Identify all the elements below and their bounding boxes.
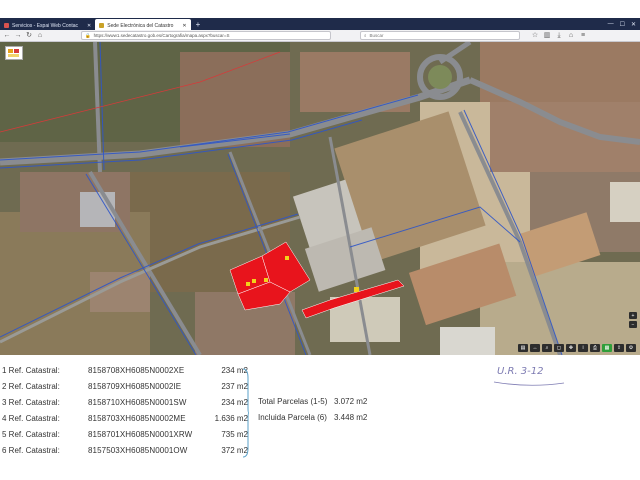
search-bar[interactable]: ⌕ Buscar — [360, 31, 520, 40]
total-row: Incluida Parcela (6) 3.448 m2 — [258, 409, 367, 425]
total-value: 3.448 m2 — [334, 412, 368, 422]
share-icon[interactable]: ⇪ — [614, 344, 624, 352]
search-placeholder: Buscar — [369, 33, 384, 38]
print-icon[interactable]: ⎙ — [590, 344, 600, 352]
tab-catastro[interactable]: Sede Electrónica del Catastro ✕ — [95, 19, 191, 30]
select-icon[interactable]: ◻ — [554, 344, 564, 352]
aerial-map[interactable]: + − ▤ ↔ ⌕ ◻ ✥ i ⎙ ▦ ⇪ ⚙ — [0, 42, 640, 355]
handwritten-note: U.R. 3-12 — [497, 366, 544, 377]
back-arrow-icon[interactable]: ← — [3, 31, 11, 41]
browser-tab-bar: Servicios - Espai Web Contac ✕ Sede Elec… — [0, 18, 640, 30]
catastro-logo-icon — [8, 49, 19, 57]
parcel-label: 6 Ref. Catastral: — [2, 445, 60, 455]
parcel-row: 5 Ref. Catastral: 8158701XH6085N0001XRW … — [2, 426, 248, 442]
parcel-marker — [264, 278, 268, 282]
measure-icon[interactable]: ↔ — [530, 344, 540, 352]
library-icon[interactable]: ▥ — [543, 31, 551, 41]
roundabout-center — [428, 65, 452, 89]
catastro-logo[interactable] — [5, 46, 23, 60]
parcel-area: 372 m2 — [221, 445, 248, 455]
search-map-icon[interactable]: ⌕ — [542, 344, 552, 352]
parcel-ref: 8158703XH6085N0002ME — [88, 413, 186, 423]
zoom-out-icon[interactable]: − — [629, 321, 637, 328]
parcel-label: 4 Ref. Catastral: — [2, 413, 60, 423]
map-side-tools: + − — [629, 312, 637, 328]
tab-servicios[interactable]: Servicios - Espai Web Contac ✕ — [0, 19, 95, 30]
parcel-area: 735 m2 — [221, 429, 248, 439]
lock-icon: 🔒 — [85, 32, 91, 38]
parcel-ref: 8157503XH6085N0001OW — [88, 445, 188, 455]
site-favicon-icon — [4, 23, 9, 28]
new-tab-button[interactable]: + — [191, 19, 206, 30]
home-icon[interactable]: ⌂ — [567, 31, 575, 41]
close-icon[interactable]: ✕ — [182, 23, 186, 29]
note-underline — [493, 381, 565, 386]
parcel-label: 2 Ref. Catastral: — [2, 381, 60, 391]
parcel-row: 2 Ref. Catastral: 8158709XH6085N0002IE 2… — [2, 378, 248, 394]
menu-icon[interactable]: ≡ — [579, 31, 587, 41]
parcel-label: 1 Ref. Catastral: — [2, 365, 60, 375]
map-canvas[interactable] — [0, 42, 640, 355]
warehouse-roof — [440, 327, 495, 355]
toolbar-actions: ☆ ▥ ⤓ ⌂ ≡ — [531, 31, 587, 41]
parcel-row: 1 Ref. Catastral: 8158708XH6085N0002XE 2… — [2, 362, 248, 378]
total-label: Total Parcelas (1-5) — [258, 396, 328, 406]
parcel-ref: 8158709XH6085N0002IE — [88, 381, 182, 391]
warehouse-roof — [610, 182, 640, 222]
layers-icon[interactable]: ▤ — [518, 344, 528, 352]
pan-icon[interactable]: ✥ — [566, 344, 576, 352]
search-icon: ⌕ — [364, 33, 367, 38]
zoom-in-icon[interactable]: + — [629, 312, 637, 319]
tab-label: Sede Electrónica del Catastro — [107, 22, 174, 29]
building-roof — [80, 192, 115, 227]
export-icon[interactable]: ▦ — [602, 344, 612, 352]
grouping-brace — [243, 368, 249, 458]
parcel-marker — [285, 256, 289, 260]
url-text: https://www1.sedecatastro.gob.es/Cartogr… — [93, 33, 230, 38]
maximize-icon[interactable]: ☐ — [620, 21, 625, 28]
address-bar[interactable]: 🔒 https://www1.sedecatastro.gob.es/Carto… — [81, 31, 331, 40]
site-favicon-icon — [99, 23, 105, 28]
parcel-marker — [252, 279, 256, 283]
star-icon[interactable]: ☆ — [531, 31, 539, 41]
parcel-list: 1 Ref. Catastral: 8158708XH6085N0002XE 2… — [2, 362, 248, 458]
reload-icon[interactable]: ↻ — [25, 31, 33, 41]
browser-toolbar: ← → ↻ ⌂ 🔒 https://www1.sedecatastro.gob.… — [0, 30, 640, 42]
parcel-ref: 8158708XH6085N0002XE — [88, 365, 185, 375]
forward-arrow-icon[interactable]: → — [14, 31, 22, 41]
totals-summary: Total Parcelas (1-5) 3.072 m2 Incluida P… — [258, 393, 367, 425]
parcel-area: 1.636 m2 — [214, 413, 248, 423]
parcel-label: 5 Ref. Catastral: — [2, 429, 60, 439]
tab-label: Servicios - Espai Web Contac — [12, 22, 79, 29]
total-value: 3.072 m2 — [334, 396, 368, 406]
parcel-row: 4 Ref. Catastral: 8158703XH6085N0002ME 1… — [2, 410, 248, 426]
close-window-icon[interactable]: ✕ — [631, 21, 636, 28]
parcel-ref: 8158701XH6085N0001XRW — [88, 429, 193, 439]
parcel-marker — [246, 282, 250, 286]
parcel-marker — [354, 287, 359, 292]
parcel-area: 234 m2 — [221, 397, 248, 407]
total-row: Total Parcelas (1-5) 3.072 m2 — [258, 393, 367, 409]
settings-icon[interactable]: ⚙ — [626, 344, 636, 352]
parcel-row: 3 Ref. Catastral: 8158710XH6085N0001SW 2… — [2, 394, 248, 410]
info-icon[interactable]: i — [578, 344, 588, 352]
home-icon[interactable]: ⌂ — [36, 31, 44, 41]
parcel-row: 6 Ref. Catastral: 8157503XH6085N0001OW 3… — [2, 442, 248, 458]
parcel-area: 237 m2 — [221, 381, 248, 391]
window-controls: — ☐ ✕ — [608, 21, 640, 30]
parcel-ref: 8158710XH6085N0001SW — [88, 397, 187, 407]
close-icon[interactable]: ✕ — [87, 23, 91, 29]
total-label: Incluida Parcela (6) — [258, 412, 327, 422]
map-toolbar: ▤ ↔ ⌕ ◻ ✥ i ⎙ ▦ ⇪ ⚙ — [518, 344, 636, 352]
minimize-icon[interactable]: — — [608, 21, 614, 28]
download-icon[interactable]: ⤓ — [555, 31, 563, 41]
parcel-label: 3 Ref. Catastral: — [2, 397, 60, 407]
parcel-area: 234 m2 — [221, 365, 248, 375]
